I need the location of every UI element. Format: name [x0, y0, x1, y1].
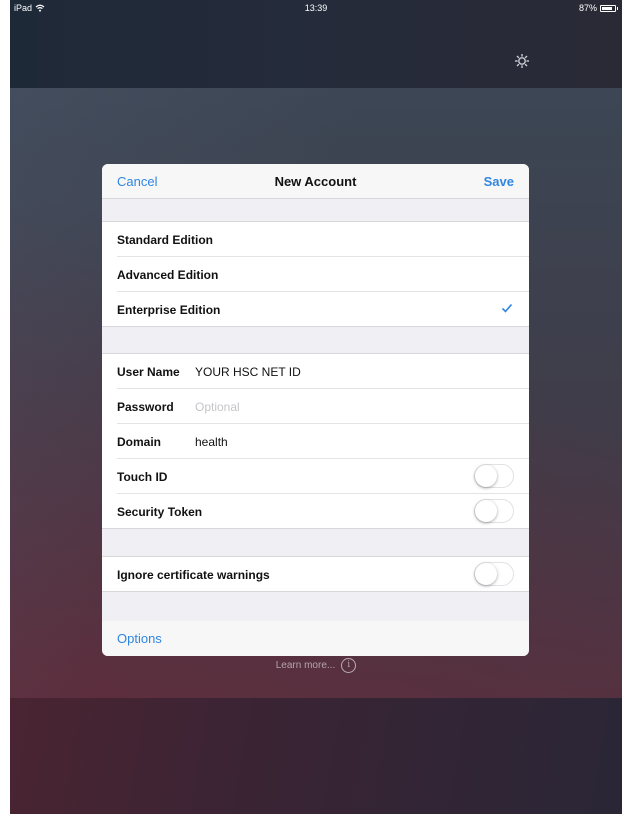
info-icon[interactable]: i: [341, 658, 357, 673]
user-name-field[interactable]: YOUR HSC NET ID: [195, 365, 301, 379]
domain-row[interactable]: Domain health: [117, 424, 529, 459]
ignore-cert-row: Ignore certificate warnings: [117, 557, 529, 591]
battery-percent: 87%: [578, 3, 597, 13]
status-bar: iPad 13:39 87%: [10, 0, 622, 16]
edition-label: Advanced Edition: [117, 268, 219, 282]
bottom-background: [10, 698, 622, 814]
toggle-knob: [475, 563, 497, 585]
status-right: 87%: [579, 0, 618, 16]
certificate-section: Ignore certificate warnings: [102, 556, 529, 592]
touch-id-toggle[interactable]: [474, 464, 514, 488]
ignore-cert-label: Ignore certificate warnings: [117, 568, 270, 582]
learn-more[interactable]: Learn more... i: [10, 658, 622, 673]
ignore-cert-toggle[interactable]: [474, 562, 514, 586]
toggle-knob: [475, 465, 497, 487]
battery-tip: [617, 6, 618, 10]
touch-id-label: Touch ID: [117, 470, 168, 484]
password-row[interactable]: Password Optional: [117, 389, 529, 424]
dialog-title: New Account: [274, 174, 357, 189]
device-screen: iPad 13:39 87% Cancel New Account Save S…: [10, 0, 622, 814]
options-link[interactable]: Options: [117, 631, 162, 646]
options-row[interactable]: Options: [102, 621, 529, 656]
toggle-knob: [475, 500, 497, 522]
edition-row-enterprise[interactable]: Enterprise Edition: [117, 292, 529, 326]
battery-icon: [600, 4, 616, 12]
touch-id-row: Touch ID: [117, 459, 529, 494]
user-name-label: User Name: [117, 365, 180, 379]
checkmark-icon: [501, 303, 513, 313]
password-field[interactable]: Optional: [195, 400, 240, 414]
security-token-row: Security Token: [117, 494, 529, 528]
edition-label: Standard Edition: [117, 233, 213, 247]
edition-row-standard[interactable]: Standard Edition: [117, 222, 529, 257]
battery-fill: [602, 6, 612, 10]
save-button[interactable]: Save: [484, 174, 514, 189]
edition-row-advanced[interactable]: Advanced Edition: [117, 257, 529, 292]
credentials-section: User Name YOUR HSC NET ID Password Optio…: [102, 353, 529, 529]
dialog-nav-bar: Cancel New Account Save: [102, 164, 529, 199]
security-token-toggle[interactable]: [474, 499, 514, 523]
edition-section: Standard Edition Advanced Edition Enterp…: [102, 221, 529, 327]
edition-label: Enterprise Edition: [117, 303, 221, 317]
domain-label: Domain: [117, 435, 162, 449]
new-account-dialog: Cancel New Account Save Standard Edition…: [102, 164, 529, 656]
learn-more-link[interactable]: Learn more...: [276, 660, 335, 671]
gear-icon[interactable]: [514, 53, 530, 69]
password-label: Password: [117, 400, 174, 414]
user-name-row[interactable]: User Name YOUR HSC NET ID: [117, 354, 529, 389]
status-time: 13:39: [304, 3, 328, 13]
security-token-label: Security Token: [117, 505, 203, 519]
domain-field[interactable]: health: [195, 435, 228, 449]
